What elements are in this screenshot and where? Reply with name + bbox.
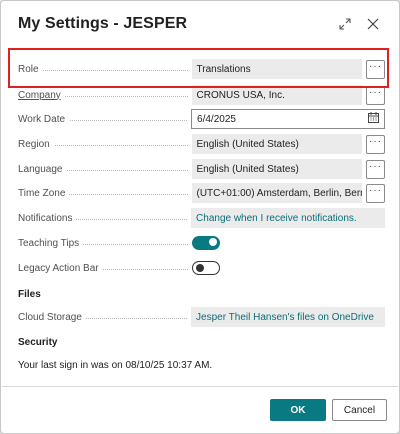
company-row: Company CRONUS USA, Inc. ··· — [18, 85, 385, 105]
time-zone-label: Time Zone — [18, 187, 70, 199]
region-assist-button[interactable]: ··· — [366, 134, 385, 154]
last-sign-in-text: Your last sign in was on 08/10/25 10:37 … — [18, 360, 213, 371]
work-date-row: Work Date 6/4/2025 — [18, 109, 385, 129]
role-row: Role Translations ··· — [18, 59, 385, 79]
time-zone-assist-button[interactable]: ··· — [366, 183, 385, 203]
cloud-storage-label: Cloud Storage — [18, 311, 86, 323]
company-assist-button[interactable]: ··· — [366, 85, 385, 105]
language-field[interactable]: English (United States) — [191, 159, 363, 179]
region-field[interactable]: English (United States) — [191, 134, 363, 154]
work-date-label: Work Date — [18, 113, 70, 125]
my-settings-dialog: My Settings - JESPER Role Translations ·… — [0, 0, 400, 434]
work-date-value: 6/4/2025 — [197, 113, 236, 125]
company-label[interactable]: Company — [18, 89, 65, 101]
dialog-title: My Settings - JESPER — [18, 15, 188, 32]
legacy-action-bar-label: Legacy Action Bar — [18, 262, 103, 274]
files-heading: Files — [18, 289, 41, 300]
language-assist-button[interactable]: ··· — [366, 159, 385, 179]
teaching-tips-toggle[interactable] — [192, 236, 220, 250]
language-row: Language English (United States) ··· — [18, 159, 385, 179]
footer-divider — [2, 386, 398, 387]
teaching-tips-label: Teaching Tips — [18, 237, 84, 249]
security-heading: Security — [18, 337, 58, 348]
company-field[interactable]: CRONUS USA, Inc. — [191, 85, 363, 105]
teaching-tips-row: Teaching Tips — [18, 233, 385, 253]
language-label: Language — [18, 163, 67, 175]
ok-button[interactable]: OK — [270, 399, 326, 421]
cloud-storage-link[interactable]: Jesper Theil Hansen's files on OneDrive — [191, 307, 385, 327]
expand-icon[interactable] — [335, 14, 355, 34]
time-zone-field[interactable]: (UTC+01:00) Amsterdam, Berlin, Bern, ... — [191, 183, 363, 203]
role-assist-button[interactable]: ··· — [366, 59, 385, 79]
legacy-action-bar-row: Legacy Action Bar — [18, 258, 385, 278]
time-zone-row: Time Zone (UTC+01:00) Amsterdam, Berlin,… — [18, 183, 385, 203]
notifications-label: Notifications — [18, 212, 77, 224]
role-label: Role — [18, 63, 43, 75]
calendar-icon[interactable] — [368, 112, 379, 126]
notifications-link[interactable]: Change when I receive notifications. — [191, 208, 385, 228]
work-date-input[interactable]: 6/4/2025 — [191, 109, 385, 129]
close-icon[interactable] — [363, 14, 383, 34]
title-bar: My Settings - JESPER — [18, 13, 383, 35]
notifications-row: Notifications Change when I receive noti… — [18, 208, 385, 228]
region-label: Region — [18, 138, 54, 150]
role-field[interactable]: Translations — [191, 59, 363, 79]
legacy-action-bar-toggle[interactable] — [192, 261, 220, 275]
cancel-button[interactable]: Cancel — [332, 399, 387, 421]
region-row: Region English (United States) ··· — [18, 134, 385, 154]
cloud-storage-row: Cloud Storage Jesper Theil Hansen's file… — [18, 307, 385, 327]
